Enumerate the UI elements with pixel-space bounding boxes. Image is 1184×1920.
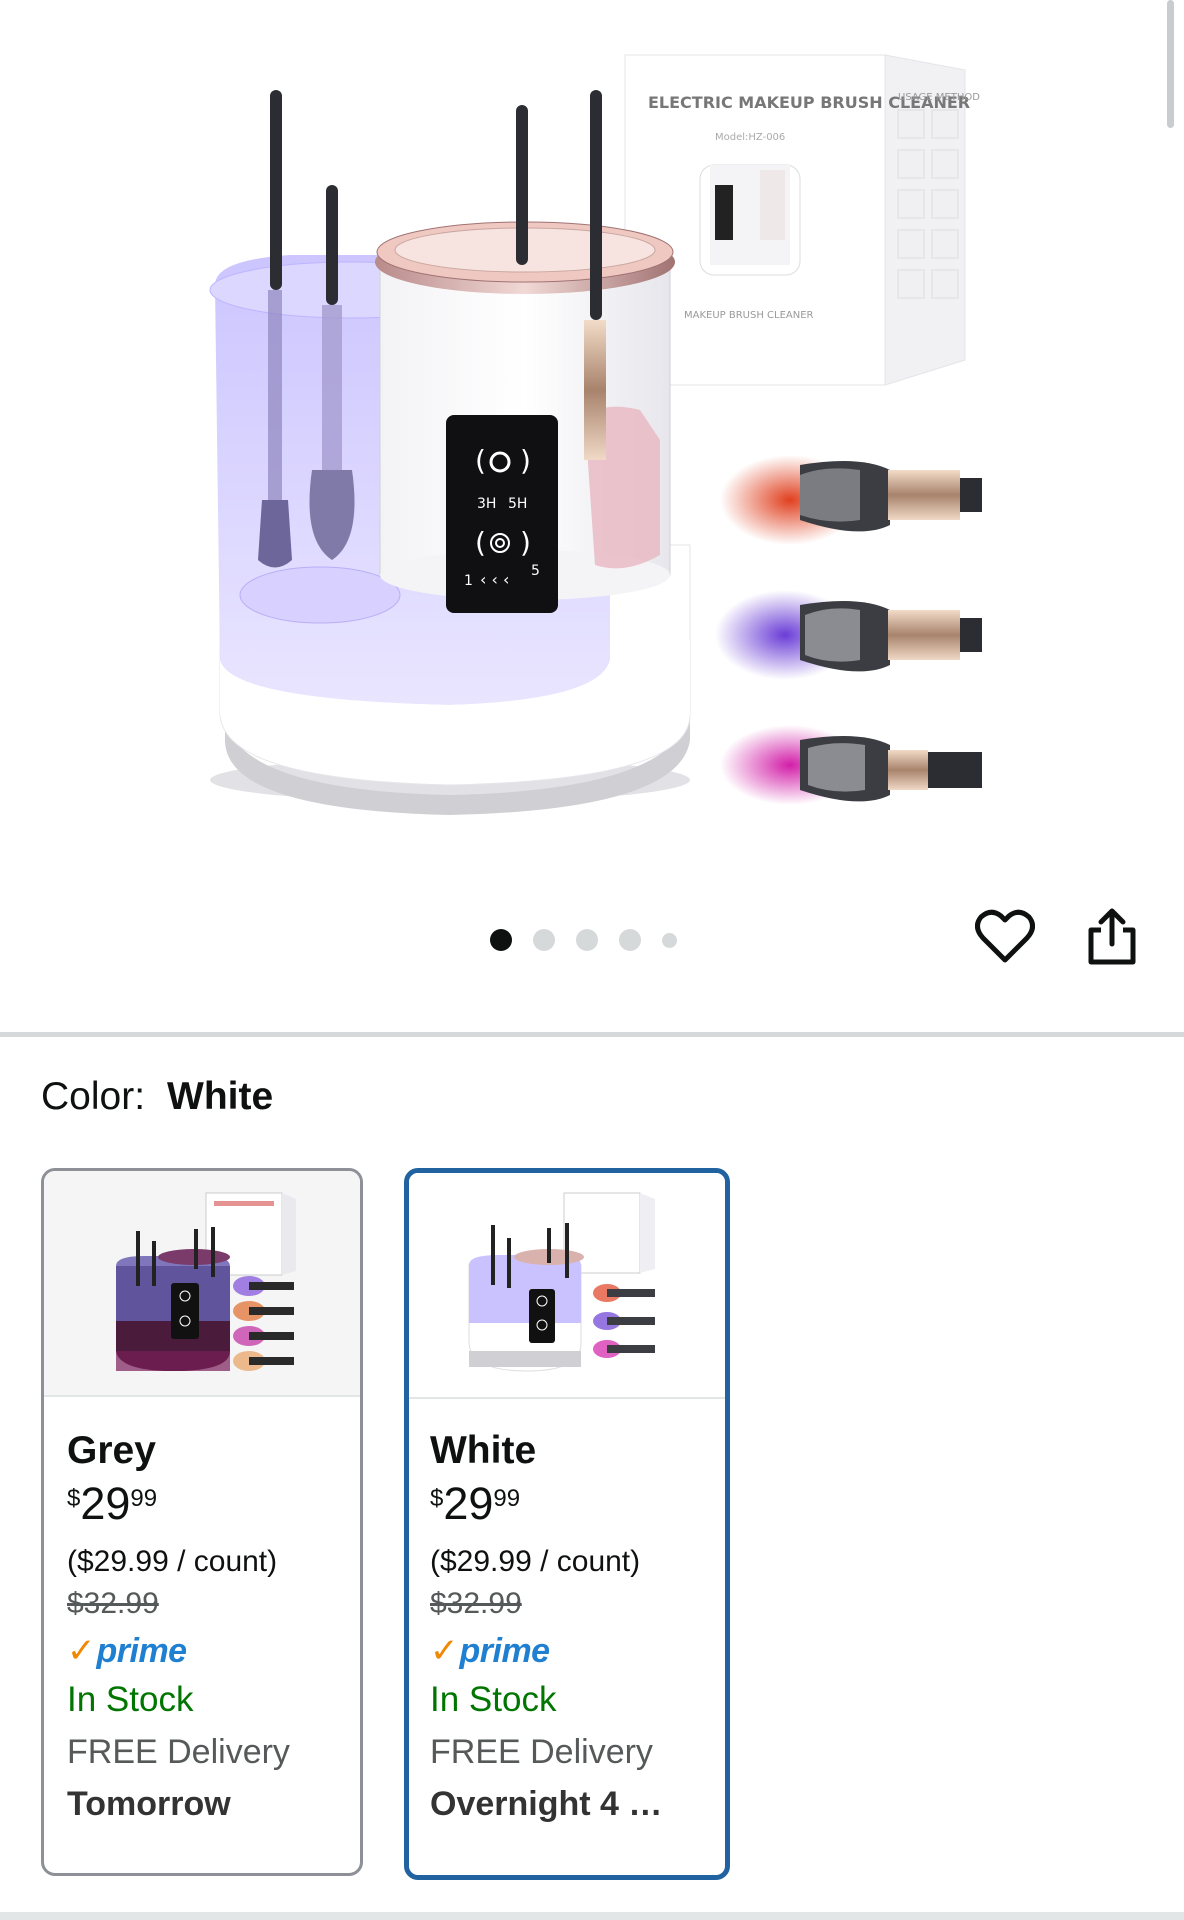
variant-thumbnail-white [409,1173,725,1399]
section-divider [0,1032,1184,1037]
svg-text:(: ( [475,444,486,477]
prime-badge: ✓ prime [430,1631,550,1671]
carousel-dot-5[interactable] [662,932,677,948]
svg-text:): ) [520,526,531,559]
heart-icon[interactable] [975,909,1035,965]
delivery-date: Tomorrow [67,1785,231,1823]
svg-text:): ) [520,444,531,477]
color-selector-heading: Color: White [41,1075,273,1119]
svg-text:‹ ‹ ‹: ‹ ‹ ‹ [480,570,509,589]
svg-text:Model:HZ-006: Model:HZ-006 [715,132,785,143]
share-icon[interactable] [1085,906,1139,968]
delivery-label: FREE Delivery [67,1733,290,1771]
delivery-label: FREE Delivery [430,1733,653,1771]
list-price: $32.99 [430,1587,522,1620]
svg-text:MAKEUP BRUSH CLEANER: MAKEUP BRUSH CLEANER [684,310,814,321]
unit-price: ($29.99 / count) [430,1545,641,1578]
svg-text:1: 1 [464,573,473,589]
unit-price: ($29.99 / count) [67,1545,278,1578]
product-image-carousel[interactable]: ELECTRIC MAKEUP BRUSH CLEANER Model:HZ-0… [0,0,1184,1030]
color-label: Color: [41,1075,146,1118]
svg-text:5: 5 [531,563,540,579]
selected-color: White [167,1075,274,1118]
carousel-dot-3[interactable] [576,929,598,951]
svg-text:3H: 3H [477,496,496,512]
carousel-dot-1[interactable] [490,929,512,951]
carousel-dots[interactable] [490,928,677,952]
svg-text:5H: 5H [508,496,527,512]
variant-name: Grey [67,1429,156,1472]
loose-brushes [715,455,982,805]
prime-badge: ✓ prime [67,1631,187,1671]
variant-thumbnail-grey [44,1171,360,1397]
stock-status: In Stock [430,1680,557,1719]
stock-status: In Stock [67,1680,194,1719]
svg-text:(: ( [475,526,486,559]
carousel-dot-2[interactable] [533,929,555,951]
section-divider-bottom [0,1912,1184,1920]
svg-text:USAGE METHOD: USAGE METHOD [898,92,980,103]
variant-price: $29 99 [67,1478,158,1529]
prime-check-icon: ✓ [67,1632,96,1670]
variant-name: White [430,1429,537,1472]
list-price: $32.99 [67,1587,159,1620]
packaging-box: ELECTRIC MAKEUP BRUSH CLEANER Model:HZ-0… [624,54,980,386]
variant-card-grey[interactable]: Grey $29 99 ($29.99 / count) $32.99 ✓ prim… [41,1168,363,1876]
product-image: ELECTRIC MAKEUP BRUSH CLEANER Model:HZ-0… [209,54,982,815]
delivery-date: Overnight 4 … [430,1785,663,1823]
variant-card-white[interactable]: White $29 99 ($29.99 / count) $32.99 ✓ pri… [404,1168,730,1880]
carousel-dot-4[interactable] [619,929,641,951]
variant-price: $29 99 [430,1478,521,1529]
prime-check-icon: ✓ [430,1632,459,1670]
